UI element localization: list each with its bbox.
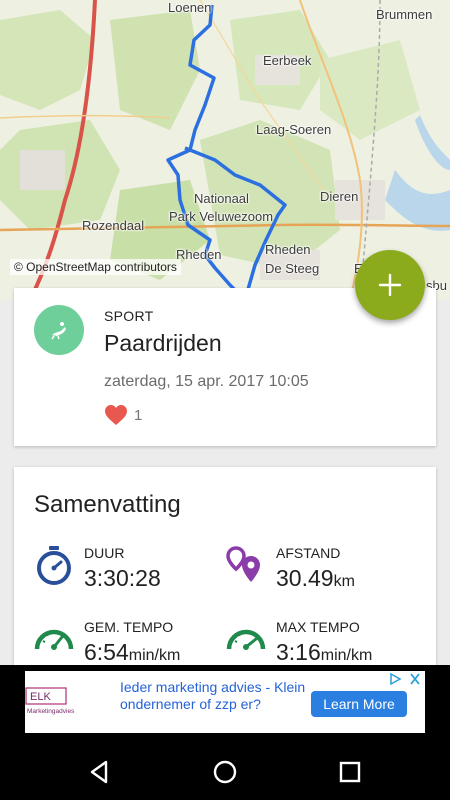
duration-value: 3:30:28 (84, 565, 161, 591)
ad-banner-container: ELK Marketingadvies Ieder marketing advi… (0, 665, 450, 745)
map-label-dieren: Dieren (320, 189, 359, 204)
sport-label: SPORT (104, 308, 154, 324)
sport-name: Paardrijden (104, 330, 222, 356)
heart-icon (105, 405, 127, 425)
activity-date: zaterdag, 15 apr. 2017 10:05 (104, 373, 309, 390)
map-label-nationaal: Nationaal (194, 191, 249, 206)
max-pace-label: MAX TEMPO (276, 619, 360, 635)
distance-pins-icon (226, 546, 260, 582)
add-fab-button[interactable] (355, 250, 425, 320)
sport-avatar (34, 305, 84, 355)
duration-label: DUUR (84, 545, 125, 561)
stopwatch-icon (37, 546, 71, 585)
map-label-brummen: Brummen (376, 7, 433, 22)
ad-text[interactable]: Ieder marketing advies - Klein onderneme… (120, 679, 320, 713)
map-label-rheden: Rheden (265, 242, 311, 257)
distance-label: AFSTAND (276, 545, 341, 561)
map-label-eerbeek: Eerbeek (263, 53, 312, 68)
like-count: 1 (134, 406, 143, 424)
distance-value: 30.49km (276, 565, 355, 591)
avg-pace-unit: min/km (128, 647, 181, 664)
ad-banner[interactable]: ELK Marketingadvies Ieder marketing advi… (25, 671, 425, 733)
map-label-rozendaal: Rozendaal (82, 218, 145, 233)
summary-card: Samenvatting DUUR 3:30:28 AFSTAND 30.49k… (14, 467, 436, 687)
max-pace-unit: min/km (320, 647, 373, 664)
likes-button[interactable]: 1 (104, 404, 142, 426)
recents-icon[interactable] (335, 757, 365, 787)
max-pace-value: 3:16min/km (276, 639, 373, 665)
map-label-laag-soeren: Laag-Soeren (256, 122, 332, 137)
svg-text:Marketingadvies: Marketingadvies (27, 708, 75, 715)
avg-pace-label: GEM. TEMPO (84, 619, 174, 635)
map-label-park-veluwezoom: Park Veluwezoom (169, 209, 274, 224)
distance-unit: km (333, 573, 355, 590)
learn-more-button[interactable]: Learn More (311, 691, 407, 717)
avg-pace-value: 6:54min/km (84, 639, 181, 665)
home-icon[interactable] (210, 757, 240, 787)
system-nav-bar (0, 745, 450, 800)
map-label-de-steeg: De Steeg (265, 261, 320, 276)
summary-title: Samenvatting (34, 491, 181, 518)
map-label-loenen: Loenen (168, 0, 212, 15)
back-icon[interactable] (85, 757, 115, 787)
svg-text:ELK: ELK (30, 691, 51, 703)
map-attribution[interactable]: © OpenStreetMap contributors (10, 259, 181, 275)
map-label-rheden-west: Rheden (176, 247, 222, 262)
plus-icon (378, 273, 402, 297)
ad-choices-icon[interactable] (386, 671, 424, 687)
speedometer-icon (34, 629, 74, 650)
advertiser-logo: ELK Marketingadvies (25, 687, 75, 715)
speedometer-icon (226, 629, 266, 650)
horse-riding-icon (51, 322, 66, 340)
